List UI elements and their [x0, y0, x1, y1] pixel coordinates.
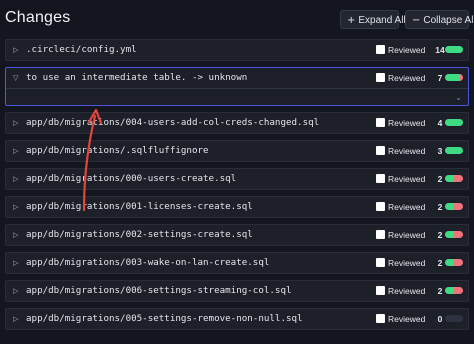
- annotation-arrow: [82, 108, 103, 212]
